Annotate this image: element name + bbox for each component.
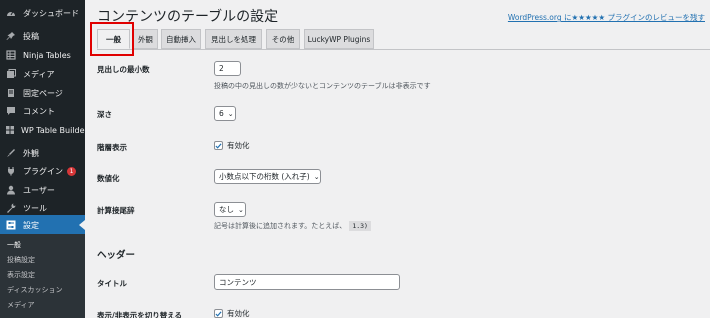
submenu-item-general[interactable]: 一般 — [7, 240, 21, 250]
table-icon — [5, 49, 17, 61]
menu-item-posts[interactable]: 投稿 — [0, 26, 85, 46]
depth-label: 深さ — [97, 110, 112, 119]
menu-label: ダッシュボード — [23, 8, 79, 18]
menu-label: ユーザー — [23, 185, 55, 195]
submenu-item-discussion[interactable]: ディスカッション — [7, 285, 63, 295]
min-headings-input[interactable]: 2 — [214, 61, 241, 76]
settings-submenu: 一般 投稿設定 表示設定 ディスカッション メディア — [0, 234, 85, 318]
numeration-select[interactable]: 小数点以下の桁数 (入れ子) ⌄ — [214, 169, 321, 184]
chevron-down-icon: ⌄ — [238, 205, 244, 214]
submenu-item-writing[interactable]: 投稿設定 — [7, 255, 35, 265]
menu-label: プラグイン — [23, 166, 63, 176]
menu-item-plugins[interactable]: プラグイン 1 — [0, 161, 85, 181]
numeration-suffix-label: 計算接尾辞 — [97, 206, 135, 215]
menu-item-appearance[interactable]: 外観 — [0, 143, 85, 163]
tabs-divider — [97, 49, 710, 50]
tab-misc[interactable]: その他 — [266, 29, 300, 49]
min-headings-description: 投稿の中の見出しの数が少ないとコンテンツのテーブルは非表示です — [214, 82, 431, 90]
menu-label: 設定 — [23, 220, 39, 230]
menu-label: WP Table Builder — [21, 125, 85, 135]
menu-item-media[interactable]: メディア — [0, 64, 85, 84]
update-count-badge: 1 — [67, 166, 76, 176]
submenu-item-media[interactable]: メディア — [7, 300, 35, 310]
menu-item-ninja-tables[interactable]: Ninja Tables — [0, 45, 85, 65]
menu-label: コメント — [23, 106, 55, 116]
settings-icon — [5, 219, 17, 231]
menu-item-comments[interactable]: コメント — [0, 101, 85, 121]
hierarchical-checkbox-row[interactable]: 有効化 — [214, 140, 250, 151]
menu-item-users[interactable]: ユーザー — [0, 180, 85, 200]
menu-item-wp-table-builder[interactable]: WP Table Builder — [0, 120, 85, 140]
depth-value: 6 — [219, 109, 224, 118]
toggle-checkbox-row[interactable]: 有効化 — [214, 308, 250, 318]
numeration-suffix-select[interactable]: なし ⌄ — [214, 202, 246, 217]
tab-general[interactable]: 一般 — [97, 29, 130, 49]
toggle-label: 表示/非表示を切り替える — [97, 311, 183, 318]
tab-luckywp-plugins[interactable]: LuckyWP Plugins — [304, 29, 374, 49]
header-section-heading: ヘッダー — [97, 250, 136, 261]
tab-auto-insert[interactable]: 自動挿入 — [161, 29, 201, 49]
numeration-value: 小数点以下の桁数 (入れ子) — [219, 172, 310, 181]
menu-label: 外観 — [23, 148, 39, 158]
comment-icon — [5, 105, 17, 117]
user-icon — [5, 184, 17, 196]
dashboard-icon — [5, 7, 17, 19]
toggle-checkbox[interactable] — [214, 309, 223, 318]
chevron-down-icon: ⌄ — [227, 109, 234, 118]
suffix-description-text: 記号は計算後に追加されます。たとえば、 — [214, 222, 347, 230]
menu-label: 投稿 — [23, 31, 39, 41]
submenu-item-reading[interactable]: 表示設定 — [7, 270, 35, 280]
menu-item-settings[interactable]: 設定 — [0, 215, 85, 235]
title-input[interactable]: コンテンツ — [214, 274, 400, 290]
numeration-suffix-value: なし — [219, 205, 234, 214]
hierarchical-label: 階層表示 — [97, 143, 127, 152]
pin-icon — [5, 30, 17, 42]
title-label: タイトル — [97, 279, 127, 288]
min-headings-value: 2 — [219, 64, 224, 73]
numeration-label: 数値化 — [97, 174, 120, 183]
tab-process-headings[interactable]: 見出しを処理 — [205, 29, 262, 49]
hierarchical-checkbox[interactable] — [214, 141, 223, 150]
suffix-example-code: 1.3) — [349, 221, 371, 231]
chevron-down-icon: ⌄ — [313, 172, 320, 181]
table-builder-icon — [5, 124, 15, 136]
review-link[interactable]: WordPress.org に★★★★★ プラグインのレビューを残す — [508, 12, 705, 23]
menu-item-pages[interactable]: 固定ページ — [0, 83, 85, 103]
admin-sidebar: ダッシュボード 投稿 Ninja Tables メディア 固定ページ コメント — [0, 0, 85, 318]
checkmark-icon — [215, 142, 222, 149]
depth-select[interactable]: 6 ⌄ — [214, 106, 236, 121]
appearance-icon — [5, 147, 17, 159]
menu-item-dashboard[interactable]: ダッシュボード — [0, 3, 85, 23]
title-value: コンテンツ — [219, 277, 257, 287]
menu-label: メディア — [23, 69, 55, 79]
page-icon — [5, 87, 17, 99]
hierarchical-checkbox-label: 有効化 — [227, 141, 250, 150]
media-icon — [5, 68, 17, 80]
page-title: コンテンツのテーブルの設定 — [97, 9, 279, 25]
checkmark-icon — [215, 310, 222, 317]
plugin-icon — [5, 165, 17, 177]
tools-icon — [5, 202, 17, 214]
menu-label: ツール — [23, 203, 47, 213]
menu-label: Ninja Tables — [23, 50, 71, 60]
numeration-suffix-description: 記号は計算後に追加されます。たとえば、 1.3) — [214, 221, 371, 231]
min-headings-label: 見出しの最小数 — [97, 65, 150, 74]
menu-label: 固定ページ — [23, 88, 63, 98]
toggle-checkbox-label: 有効化 — [227, 309, 250, 318]
tab-appearance[interactable]: 外観 — [133, 29, 158, 49]
